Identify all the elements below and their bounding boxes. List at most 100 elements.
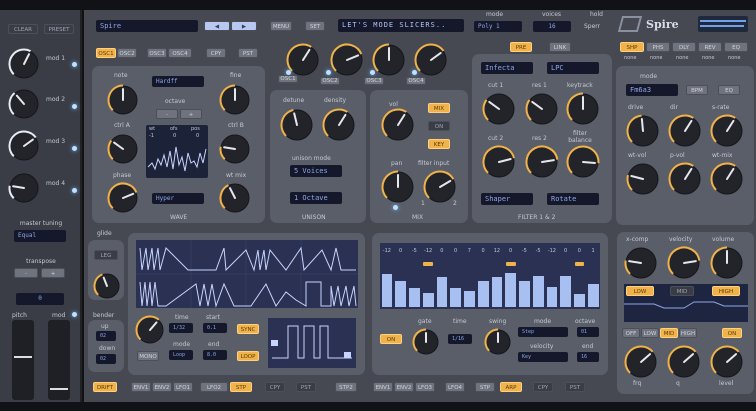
env-mode-display[interactable]: Loop [169, 350, 193, 360]
filter-shaper-display[interactable]: Shaper [481, 193, 533, 205]
transpose-up-button[interactable]: + [41, 268, 65, 278]
osc2-mix-label[interactable]: OSC2 [320, 77, 340, 85]
arp-step-bar[interactable] [436, 277, 448, 307]
unison-voices-display[interactable]: 5 Voices [290, 165, 342, 177]
tab-osc2[interactable]: OSC2 [117, 48, 137, 58]
fx-tab-phs[interactable]: PHS [646, 42, 670, 52]
arp-step-bar[interactable] [409, 287, 420, 307]
detune-knob[interactable] [280, 108, 314, 146]
note-knob[interactable] [107, 84, 139, 120]
fx-knob[interactable] [710, 114, 744, 152]
eq-on-button[interactable]: ON [722, 328, 742, 338]
arp-tab-stp[interactable]: STP [475, 382, 495, 392]
osc3-level-knob[interactable] [372, 43, 406, 81]
osc-paste-button[interactable]: PST [238, 48, 258, 58]
tab-lfo2[interactable]: LFO2 [200, 382, 228, 392]
density-knob[interactable] [322, 108, 356, 146]
master-tuning-display[interactable]: Equal [14, 230, 66, 242]
fx-knob[interactable] [626, 114, 660, 152]
res2-knob[interactable] [525, 145, 559, 183]
clear-button[interactable]: CLEAR [8, 24, 38, 34]
arp-step-bar[interactable] [560, 275, 571, 307]
arp-step-bar[interactable] [574, 294, 585, 307]
arp-step-bar[interactable] [587, 283, 599, 307]
osc3-mix-label[interactable]: OSC3 [364, 77, 384, 85]
tab-env1[interactable]: ENV1 [131, 382, 151, 392]
fine-knob[interactable] [219, 84, 251, 120]
pitch-wheel[interactable] [12, 320, 34, 400]
ctrl-b-knob[interactable] [219, 133, 251, 169]
pan-knob[interactable] [381, 170, 415, 208]
osc4-mix-label[interactable]: OSC4 [406, 77, 426, 85]
fx-knob[interactable] [626, 162, 660, 200]
filter-rotate-display[interactable]: Rotate [547, 193, 599, 205]
arp-step-bar[interactable] [477, 281, 489, 307]
eq-band-button-0[interactable]: LOW [641, 328, 659, 338]
osc-copy-button[interactable]: CPY [206, 48, 226, 58]
fx-bpm-button[interactable]: BPM [686, 85, 708, 95]
glide-knob[interactable] [93, 272, 121, 304]
set-button[interactable]: SET [305, 21, 325, 31]
wt-mix-knob[interactable] [219, 182, 251, 218]
arp-tab-env2[interactable]: ENV2 [394, 382, 414, 392]
arp-step-bar[interactable] [532, 275, 544, 307]
env-time-display[interactable]: 1/32 [169, 323, 193, 333]
lfo-rate-knob[interactable] [135, 315, 165, 349]
fx-knob[interactable] [668, 114, 702, 152]
arp-swing-knob[interactable] [484, 328, 512, 360]
fx-tab-dly[interactable]: DLY [672, 42, 696, 52]
tab-lfo1[interactable]: LFO1 [173, 382, 193, 392]
eq-top-knob[interactable] [624, 246, 658, 284]
arp-tab-env1[interactable]: ENV1 [373, 382, 393, 392]
arp-velocity-display[interactable]: Key [518, 352, 568, 362]
fx-mode-display[interactable]: Fm6a3 [626, 84, 678, 96]
arp-end-display[interactable]: 16 [577, 352, 599, 362]
osc1-mix-label[interactable]: OSC1 [278, 75, 298, 83]
eq-band-button-1[interactable]: MID [660, 328, 678, 338]
eq-band-knob[interactable] [710, 345, 744, 383]
preset-button[interactable]: PRESET [44, 24, 74, 34]
arp-step-bar[interactable] [395, 280, 406, 307]
prev-preset-button[interactable]: ◀ [204, 21, 230, 31]
phase-knob[interactable] [107, 182, 139, 218]
eq-off-button[interactable]: OFF [622, 328, 640, 338]
unison-octave-display[interactable]: 1 Octave [290, 192, 342, 204]
arp-on-button[interactable]: ON [380, 334, 402, 344]
menu-button[interactable]: MENU [270, 21, 292, 31]
bender-up-display[interactable]: 02 [96, 331, 116, 341]
mod2-knob[interactable] [8, 88, 40, 124]
drift-button[interactable]: DRIFT [93, 382, 117, 392]
arp-gate-knob[interactable] [412, 328, 440, 360]
arp-step-bar[interactable] [519, 281, 530, 307]
env-sync-button[interactable]: SYNC [237, 324, 259, 334]
res1-knob[interactable] [525, 92, 559, 130]
eq-top-knob[interactable] [710, 246, 744, 284]
filter-input-knob[interactable] [423, 170, 457, 208]
eq-band-knob[interactable] [667, 345, 701, 383]
fx-tab-eq[interactable]: EQ [724, 42, 748, 52]
eq-high-button[interactable]: HIGH [712, 286, 740, 296]
fx-tab-rev[interactable]: REV [698, 42, 722, 52]
arp-step-bar[interactable] [450, 287, 461, 307]
env-loop-button[interactable]: LOOP [237, 351, 259, 361]
transpose-down-button[interactable]: - [14, 268, 38, 278]
eq-band-button-2[interactable]: HIGH [679, 328, 697, 338]
hold-value[interactable]: Sperr [584, 23, 600, 30]
tab-stp2[interactable]: STP2 [335, 382, 357, 392]
tab-stp[interactable]: STP [230, 382, 252, 392]
arp-mode-display[interactable]: Step [518, 327, 568, 337]
tab-arp[interactable]: ARP [500, 382, 522, 392]
arp-step-bar[interactable] [464, 291, 475, 307]
preset-name-display[interactable]: Spire [96, 20, 198, 32]
tab-osc1[interactable]: OSC1 [96, 48, 116, 58]
voices-display[interactable]: 16 [533, 21, 571, 32]
eq-band-knob[interactable] [624, 345, 658, 383]
fx-eq-button[interactable]: EQ [718, 85, 740, 95]
filter2-type-display[interactable]: LPC [547, 62, 599, 74]
on-button[interactable]: ON [428, 121, 450, 131]
octave-down-button[interactable]: - [156, 109, 178, 119]
mono-button[interactable]: MONO [137, 351, 159, 361]
arp-step-grid[interactable]: -12 0 -5 -12 0 0 7 0 12 0 -5 -5 -12 0 0 1 [380, 243, 600, 309]
filter-pre-button[interactable]: PRE [510, 42, 532, 52]
ctrl-a-knob[interactable] [107, 133, 139, 169]
